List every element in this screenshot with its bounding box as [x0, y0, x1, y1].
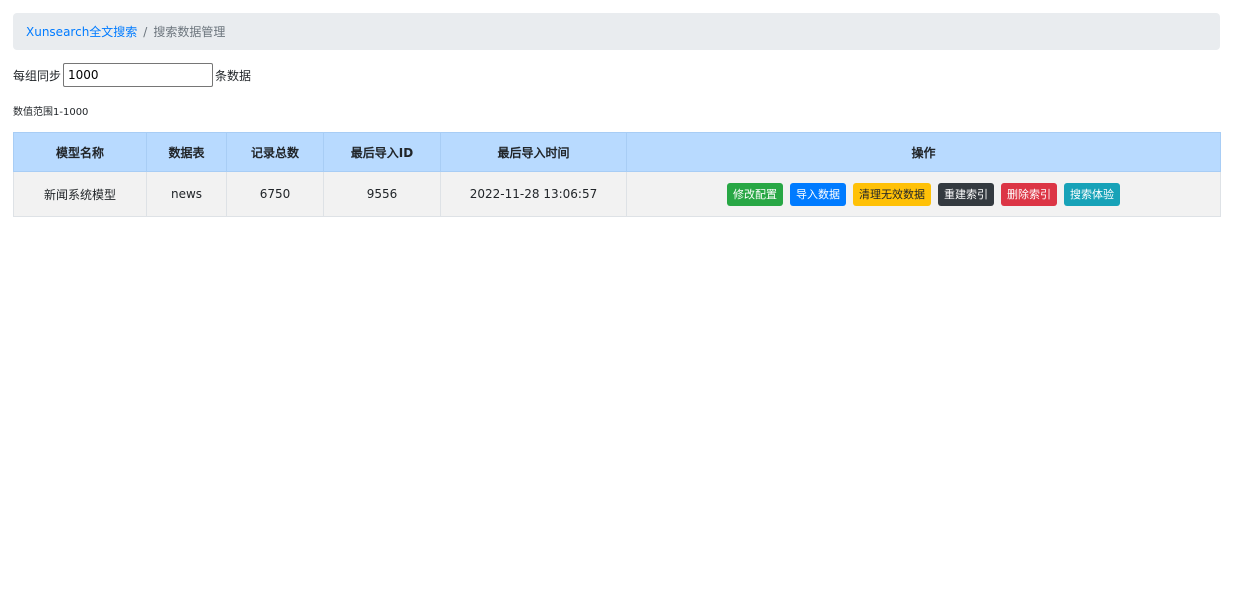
search-experience-button[interactable]: 搜索体验 — [1064, 182, 1120, 206]
table-header-row: 模型名称 数据表 记录总数 最后导入ID 最后导入时间 操作 — [13, 132, 1221, 172]
cell-last-import-id: 9556 — [323, 171, 441, 217]
clean-invalid-data-button[interactable]: 清理无效数据 — [853, 182, 931, 206]
table-row: 新闻系统模型 news 6750 9556 2022-11-28 13:06:5… — [13, 171, 1221, 217]
breadcrumb-separator: / — [143, 24, 148, 39]
delete-index-button[interactable]: 删除索引 — [1001, 182, 1057, 206]
sync-suffix-label: 条数据 — [215, 68, 252, 83]
cell-data-table: news — [146, 171, 227, 217]
breadcrumb-home-link[interactable]: Xunsearch全文搜索 — [26, 23, 137, 40]
header-data-table: 数据表 — [146, 132, 227, 172]
range-note: 数值范围1-1000 — [13, 107, 89, 118]
header-model-name: 模型名称 — [13, 132, 147, 172]
sync-prefix-label: 每组同步 — [13, 68, 62, 83]
breadcrumb-current: 搜索数据管理 — [153, 25, 226, 39]
models-table: 模型名称 数据表 记录总数 最后导入ID 最后导入时间 操作 新闻系统模型 ne… — [13, 132, 1221, 217]
edit-config-button[interactable]: 修改配置 — [727, 182, 783, 206]
breadcrumb: Xunsearch全文搜索 / 搜索数据管理 — [13, 13, 1220, 50]
rebuild-index-button[interactable]: 重建索引 — [938, 182, 994, 206]
sync-settings-row: 每组同步 条数据 — [13, 63, 251, 87]
header-last-import-time: 最后导入时间 — [440, 132, 627, 172]
cell-actions: 修改配置 导入数据 清理无效数据 重建索引 删除索引 搜索体验 — [626, 171, 1221, 217]
cell-total-records: 6750 — [226, 171, 324, 217]
header-last-import-id: 最后导入ID — [323, 132, 441, 172]
actions-group: 修改配置 导入数据 清理无效数据 重建索引 删除索引 搜索体验 — [627, 182, 1220, 206]
import-data-button[interactable]: 导入数据 — [790, 182, 846, 206]
page: Xunsearch全文搜索 / 搜索数据管理 每组同步 条数据 数值范围1-10… — [0, 0, 1234, 593]
header-actions: 操作 — [626, 132, 1221, 172]
cell-last-import-time: 2022-11-28 13:06:57 — [440, 171, 627, 217]
cell-model-name: 新闻系统模型 — [13, 171, 147, 217]
sync-batch-size-input[interactable] — [63, 63, 214, 87]
header-total-records: 记录总数 — [226, 132, 324, 172]
